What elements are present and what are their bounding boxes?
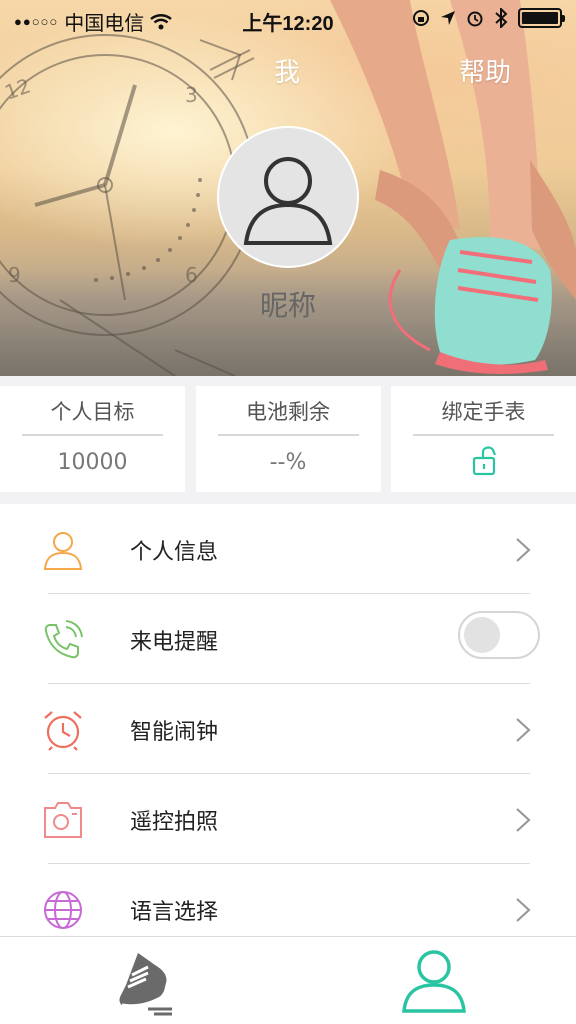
stat-value: --% (269, 450, 307, 475)
settings-menu: 个人信息 来电提醒 智能闹钟 遥控拍照 语言选择 (0, 504, 576, 936)
bluetooth-icon (495, 8, 508, 28)
menu-item-label: 个人信息 (130, 540, 219, 565)
stat-label: 电池剩余 (246, 400, 330, 424)
menu-item-remote-camera[interactable]: 遥控拍照 (0, 774, 576, 864)
stat-label: 绑定手表 (441, 400, 526, 424)
location-icon (441, 11, 455, 25)
user-icon (43, 532, 83, 570)
menu-item-language[interactable]: 语言选择 (0, 864, 576, 936)
user-icon[interactable] (398, 945, 470, 1017)
menu-item-label: 来电提醒 (130, 630, 219, 655)
battery-icon (518, 8, 565, 28)
running-shoe-icon[interactable] (108, 945, 180, 1017)
nickname[interactable]: 昵称 (0, 284, 576, 324)
menu-item-label: 遥控拍照 (130, 810, 219, 835)
menu-item-label: 语言选择 (130, 900, 219, 925)
stats-panel: 个人目标 10000 电池剩余 --% 绑定手表 (0, 386, 576, 492)
camera-icon (44, 802, 82, 838)
menu-item-smart-alarm[interactable]: 智能闹钟 (0, 684, 576, 774)
stat-divider (22, 434, 163, 436)
phone-icon (44, 620, 83, 659)
svg-text:3: 3 (185, 83, 198, 107)
stat-value: 10000 (57, 450, 128, 475)
stat-battery: 电池剩余 --% (195, 386, 381, 492)
chevron-right-icon (516, 808, 531, 832)
unlock-icon[interactable] (471, 444, 501, 478)
menu-item-personal-info[interactable]: 个人信息 (0, 504, 576, 594)
rotation-lock-icon (413, 10, 429, 26)
stat-bind-watch[interactable]: 绑定手表 (391, 386, 576, 492)
alarm-icon (467, 11, 483, 27)
profile-header: 12 3 6 9 ●●○○○ 中国电信 上午12:20 我 帮助 昵称 (0, 0, 576, 376)
stat-divider (217, 434, 359, 436)
globe-icon (44, 891, 82, 929)
user-icon (243, 157, 333, 245)
alarm-clock-icon (44, 711, 82, 751)
call-reminder-toggle[interactable] (458, 611, 540, 659)
status-bar: ●●○○○ 中国电信 上午12:20 (0, 0, 576, 38)
toggle-knob (464, 617, 500, 653)
chevron-right-icon (516, 718, 531, 742)
stat-divider (413, 434, 554, 436)
tab-me[interactable]: 我 (274, 52, 300, 89)
chevron-right-icon (516, 538, 531, 562)
stat-label: 个人目标 (50, 400, 135, 424)
tab-bar (0, 936, 576, 1024)
chevron-right-icon (516, 898, 531, 922)
menu-item-label: 智能闹钟 (130, 720, 219, 745)
stat-goal[interactable]: 个人目标 10000 (0, 386, 185, 492)
avatar[interactable] (217, 126, 359, 268)
help-button[interactable]: 帮助 (459, 52, 511, 89)
